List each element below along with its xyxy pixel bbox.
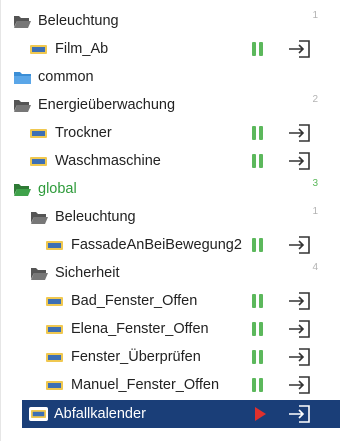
goto-script-icon[interactable] [287,152,311,170]
tree-folder-global-beleuchtung[interactable]: Beleuchtung 1 [1,203,333,231]
folder-open-icon [14,15,31,28]
goto-script-icon[interactable] [287,376,311,394]
tree-script-manuel-fenster-offen[interactable]: Manuel_Fenster_Offen [1,371,333,399]
pause-icon[interactable] [251,378,264,393]
tree-script-film-ab[interactable]: Film_Ab [1,35,333,63]
javascript-file-icon [46,380,63,390]
tree-script-fenster-ueberpruefen[interactable]: Fenster_Überprüfen [1,343,333,371]
script-label: FassadeAnBeiBewegung2 [71,237,242,253]
goto-script-icon[interactable] [287,236,311,254]
tree-script-abfallkalender[interactable]: Abfallkalender [22,400,340,428]
folder-count: 1 [312,206,318,217]
goto-script-icon[interactable] [287,348,311,366]
tree-script-trockner[interactable]: Trockner [1,119,333,147]
folder-count: 1 [312,10,318,21]
folder-label: global [38,181,77,197]
pause-icon[interactable] [251,126,264,141]
tree-script-waschmaschine[interactable]: Waschmaschine [1,147,333,175]
script-label: Waschmaschine [55,153,161,169]
pause-icon[interactable] [251,350,264,365]
folder-open-icon [31,267,48,280]
tree-folder-sicherheit[interactable]: Sicherheit 4 [1,259,333,287]
tree-folder-common[interactable]: common [1,63,333,91]
script-label: Manuel_Fenster_Offen [71,377,220,393]
script-label: Trockner [55,125,112,141]
goto-script-icon[interactable] [287,292,311,310]
folder-label: Beleuchtung [38,13,119,29]
goto-script-icon[interactable] [287,405,311,423]
folder-label: Energieüberwachung [38,97,176,113]
javascript-file-icon [46,240,63,250]
folder-label: Beleuchtung [55,209,136,225]
script-tree-panel: Beleuchtung 1 Film_Ab common Energieüber… [0,0,342,441]
javascript-file-icon [46,324,63,334]
folder-count: 2 [312,94,318,105]
javascript-file-icon [30,128,47,138]
tree-folder-global[interactable]: global 3 [1,175,333,203]
script-label: Fenster_Überprüfen [71,349,201,365]
goto-script-icon[interactable] [287,320,311,338]
folder-label: common [38,69,94,85]
tree-script-elena-fenster-offen[interactable]: Elena_Fenster_Offen [1,315,333,343]
tree-script-fassadeanbeibewegung2[interactable]: FassadeAnBeiBewegung2 [1,231,333,259]
goto-script-icon[interactable] [287,40,311,58]
folder-label: Sicherheit [55,265,120,281]
script-label: Elena_Fenster_Offen [71,321,209,337]
script-label: Bad_Fenster_Offen [71,293,198,309]
pause-icon[interactable] [251,42,264,57]
script-label: Film_Ab [55,41,109,57]
play-icon[interactable] [255,407,266,421]
tree-folder-beleuchtung[interactable]: Beleuchtung 1 [1,7,333,35]
folder-open-icon [14,99,31,112]
pause-icon[interactable] [251,238,264,253]
javascript-file-icon [30,156,47,166]
pause-icon[interactable] [251,294,264,309]
tree-folder-energieueberwachung[interactable]: Energieüberwachung 2 [1,91,333,119]
folder-icon [14,71,31,84]
goto-script-icon[interactable] [287,124,311,142]
script-label: Abfallkalender [54,406,146,422]
pause-icon[interactable] [251,154,264,169]
javascript-file-glyph [31,410,46,418]
tree-script-bad-fenster-offen[interactable]: Bad_Fenster_Offen [1,287,333,315]
folder-count: 3 [312,178,318,189]
javascript-file-icon [29,407,48,421]
javascript-file-icon [46,352,63,362]
javascript-file-icon [30,44,47,54]
pause-icon[interactable] [251,322,264,337]
folder-open-icon [31,211,48,224]
folder-count: 4 [312,262,318,273]
folder-open-icon [14,183,31,196]
javascript-file-icon [46,296,63,306]
